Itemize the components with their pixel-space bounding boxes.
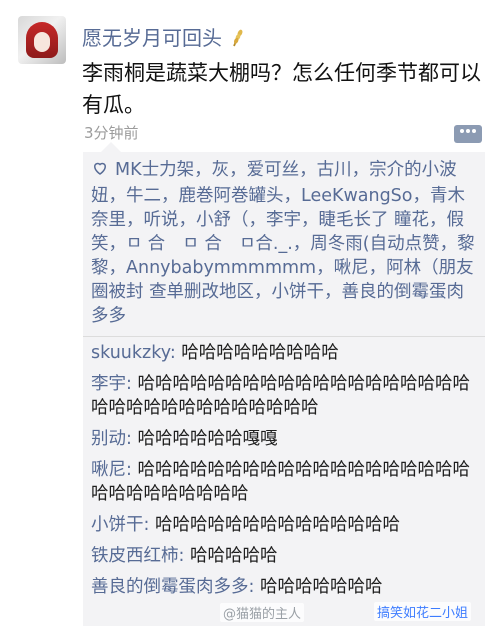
- comment-author[interactable]: 铁皮西红柿: [91, 546, 190, 566]
- comment-text: 哈哈哈哈哈: [189, 546, 278, 566]
- comment-text: 哈哈哈哈哈哈哈哈哈哈哈哈哈哈哈哈哈哈哈哈哈哈哈哈哈哈哈哈: [91, 460, 470, 504]
- comment[interactable]: 善良的倒霉蛋肉多多哈哈哈哈哈哈哈: [91, 575, 477, 599]
- wheat-icon: [228, 28, 248, 53]
- moments-post: 愿无岁月可回头 李雨桐是蔬菜大棚吗？怎么任何季节都可以有瓜。 3分钟前 MK士力…: [0, 0, 500, 626]
- comment[interactable]: skuukzky哈哈哈哈哈哈哈哈哈: [91, 341, 477, 365]
- post-text: 李雨桐是蔬菜大棚吗？怎么任何季节都可以有瓜。: [82, 61, 481, 117]
- comment-text: 哈哈哈哈哈哈哈: [259, 577, 383, 597]
- more-dot: [460, 129, 464, 133]
- watermark-right: 搞笑如花二小姐: [374, 602, 472, 621]
- more-dot: [472, 129, 476, 133]
- comment[interactable]: 啾尼哈哈哈哈哈哈哈哈哈哈哈哈哈哈哈哈哈哈哈哈哈哈哈哈哈哈哈哈: [91, 458, 477, 506]
- avatar-face: [34, 32, 50, 52]
- likes-text[interactable]: MK士力架，灰，爱可丝，古川，宗介的小波妞，牛二，鹿巻阿巻罐头，LeeKwang…: [91, 160, 475, 326]
- comment-text: 哈哈哈哈哈哈嘎嘎: [137, 429, 278, 449]
- comment[interactable]: 铁皮西红柿哈哈哈哈哈: [91, 544, 477, 568]
- more-dot: [466, 129, 470, 133]
- comment[interactable]: 别动哈哈哈哈哈哈嘎嘎: [91, 427, 477, 451]
- comment-author[interactable]: 李宇: [91, 374, 137, 394]
- comment-author[interactable]: 别动: [91, 429, 137, 449]
- more-dots-icon[interactable]: [454, 125, 482, 143]
- username[interactable]: 愿无岁月可回头: [82, 26, 222, 50]
- avatar[interactable]: [18, 16, 66, 64]
- comment[interactable]: 小饼干哈哈哈哈哈哈哈哈哈哈哈哈哈哈: [91, 513, 477, 537]
- watermark-left: @猫猫的主人: [220, 603, 305, 622]
- comment-caret: [101, 142, 121, 152]
- comment-author[interactable]: 善良的倒霉蛋肉多多: [91, 577, 260, 597]
- comment-text: 哈哈哈哈哈哈哈哈哈哈哈哈哈哈哈哈哈哈哈哈哈哈哈哈哈哈哈哈哈哈哈哈: [91, 374, 470, 418]
- comments-list: skuukzky哈哈哈哈哈哈哈哈哈 李宇哈哈哈哈哈哈哈哈哈哈哈哈哈哈哈哈哈哈哈哈…: [83, 337, 485, 599]
- comment-author[interactable]: 小饼干: [91, 515, 155, 535]
- comment-text: 哈哈哈哈哈哈哈哈哈: [181, 343, 339, 363]
- post-time: 3分钟前: [84, 124, 139, 142]
- comment[interactable]: 李宇哈哈哈哈哈哈哈哈哈哈哈哈哈哈哈哈哈哈哈哈哈哈哈哈哈哈哈哈哈哈哈哈: [91, 372, 477, 420]
- comment-author[interactable]: 啾尼: [91, 460, 137, 480]
- comment-author[interactable]: skuukzky: [91, 343, 181, 363]
- username-row[interactable]: 愿无岁月可回头: [82, 22, 248, 53]
- likes-list: MK士力架，灰，爱可丝，古川，宗介的小波妞，牛二，鹿巻阿巻罐头，LeeKwang…: [83, 152, 485, 336]
- heart-icon: [91, 159, 109, 184]
- comment-text: 哈哈哈哈哈哈哈哈哈哈哈哈哈哈: [154, 515, 400, 535]
- comment-area: MK士力架，灰，爱可丝，古川，宗介的小波妞，牛二，鹿巻阿巻罐头，LeeKwang…: [83, 142, 485, 626]
